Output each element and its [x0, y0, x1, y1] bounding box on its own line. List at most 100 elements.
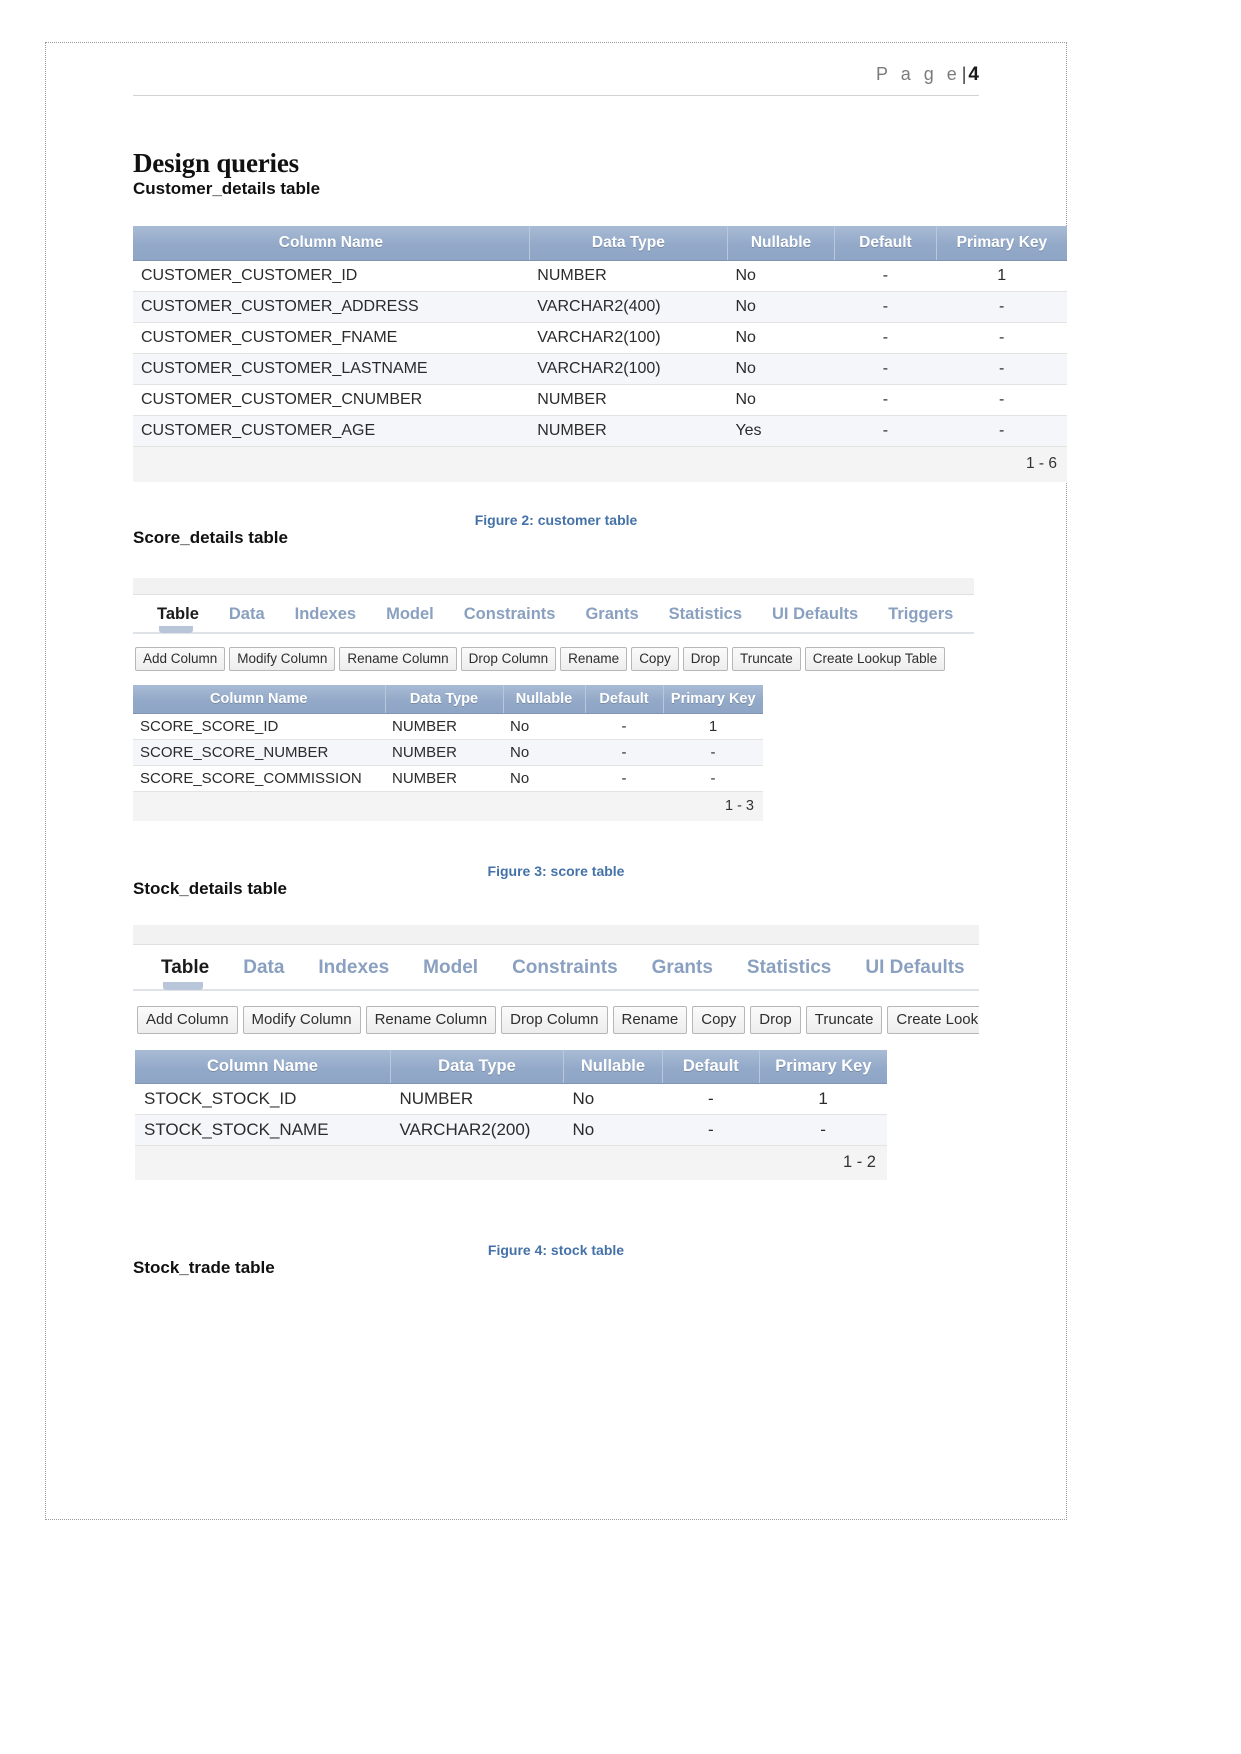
copy-button[interactable]: Copy: [631, 647, 679, 671]
stock-action-toolbar: Add Column Modify Column Rename Column D…: [133, 991, 979, 1034]
cell-default: -: [834, 415, 937, 447]
cell-default: -: [834, 322, 937, 354]
header-nullable: Nullable: [563, 1050, 663, 1084]
add-column-button[interactable]: Add Column: [135, 647, 226, 671]
tab-statistics[interactable]: Statistics: [747, 957, 831, 979]
cell-default: -: [834, 291, 937, 323]
tab-table[interactable]: Table: [157, 605, 199, 633]
tab-constraints[interactable]: Constraints: [512, 957, 618, 979]
table-row: SCORE_SCORE_NUMBER NUMBER No - -: [133, 739, 763, 766]
table-pager-row: 1 - 2: [135, 1145, 887, 1180]
truncate-button[interactable]: Truncate: [731, 647, 801, 671]
cell-default: -: [662, 1083, 760, 1115]
cell-nullable: No: [563, 1114, 663, 1146]
cell-primary-key: -: [936, 415, 1067, 447]
header-nullable: Nullable: [503, 685, 586, 714]
table-pager-row: 1 - 3: [133, 791, 763, 821]
cell-primary-key: 1: [759, 1083, 887, 1115]
heading-score-details: Score_details table: [133, 528, 288, 547]
header-default: Default: [662, 1050, 760, 1084]
cell-default: -: [834, 260, 937, 292]
score-action-toolbar: Add Column Modify Column Rename Column D…: [133, 634, 974, 671]
customer-details-grid: Column Name Data Type Nullable Default P…: [133, 226, 1067, 482]
rename-column-button[interactable]: Rename Column: [365, 1006, 497, 1034]
drop-column-button[interactable]: Drop Column: [460, 647, 557, 671]
add-column-button[interactable]: Add Column: [137, 1006, 238, 1034]
tab-constraints[interactable]: Constraints: [464, 605, 556, 624]
tab-statistics[interactable]: Statistics: [669, 605, 742, 624]
table-row: CUSTOMER_CUSTOMER_FNAME VARCHAR2(100) No…: [133, 322, 1067, 354]
screenshot-toolbar-strip: [133, 578, 974, 595]
tab-indexes[interactable]: Indexes: [318, 957, 389, 979]
cell-column-name: CUSTOMER_CUSTOMER_LASTNAME: [133, 353, 530, 385]
cell-nullable: No: [563, 1083, 663, 1115]
header-data-type: Data Type: [385, 685, 504, 714]
cell-data-type: VARCHAR2(100): [529, 353, 728, 385]
copy-button[interactable]: Copy: [692, 1006, 746, 1034]
header-column-name: Column Name: [135, 1050, 391, 1084]
page-separator: |: [961, 64, 967, 84]
table-row: CUSTOMER_CUSTOMER_LASTNAME VARCHAR2(100)…: [133, 353, 1067, 385]
pager-range: 1 - 3: [133, 791, 763, 821]
cell-primary-key: 1: [936, 260, 1067, 292]
document-page: P a g e| 4 Design queries Customer_detail…: [45, 42, 1067, 1520]
document-content: Design queries Customer_details table Co…: [45, 148, 1067, 1278]
tab-model[interactable]: Model: [386, 605, 434, 624]
tab-indexes[interactable]: Indexes: [295, 605, 356, 624]
tab-grants[interactable]: Grants: [652, 957, 713, 979]
drop-button[interactable]: Drop: [682, 647, 728, 671]
header-nullable: Nullable: [727, 226, 836, 261]
heading-stock-details: Stock_details table: [133, 879, 288, 898]
cell-default: -: [585, 739, 663, 766]
table-pager-row: 1 - 6: [133, 446, 1067, 482]
cell-nullable: No: [727, 322, 835, 354]
tab-triggers[interactable]: Triggers: [888, 605, 953, 624]
modify-column-button[interactable]: Modify Column: [229, 647, 336, 671]
cell-column-name: CUSTOMER_CUSTOMER_CNUMBER: [133, 384, 530, 416]
heading-stock-trade: Stock_trade table: [133, 1258, 275, 1277]
figure-caption-score: Figure 3: score table: [487, 863, 625, 879]
cell-nullable: No: [503, 713, 585, 740]
header-column-name: Column Name: [133, 226, 530, 261]
tab-ui-defaults[interactable]: UI Defaults: [772, 605, 858, 624]
table-header-row: Column Name Data Type Nullable Default P…: [133, 226, 1067, 261]
drop-button[interactable]: Drop: [750, 1006, 801, 1034]
table-header-row: Column Name Data Type Nullable Default P…: [133, 685, 763, 714]
modify-column-button[interactable]: Modify Column: [242, 1006, 361, 1034]
cell-data-type: NUMBER: [529, 384, 728, 416]
drop-column-button[interactable]: Drop Column: [501, 1006, 608, 1034]
tab-model[interactable]: Model: [423, 957, 478, 979]
create-lookup-table-button[interactable]: Create Lookup Table: [804, 647, 946, 671]
table-row: STOCK_STOCK_ID NUMBER No - 1: [135, 1083, 887, 1115]
tab-ui-defaults[interactable]: UI Defaults: [865, 957, 964, 979]
header-column-name: Column Name: [133, 685, 386, 714]
table-row: SCORE_SCORE_ID NUMBER No - 1: [133, 713, 763, 740]
screenshot-toolbar-strip: [133, 925, 979, 945]
tab-table[interactable]: Table: [161, 957, 209, 990]
rename-column-button[interactable]: Rename Column: [339, 647, 457, 671]
cell-nullable: No: [727, 291, 835, 323]
rename-button[interactable]: Rename: [612, 1006, 688, 1034]
cell-column-name: CUSTOMER_CUSTOMER_ID: [133, 260, 530, 292]
tab-grants[interactable]: Grants: [585, 605, 638, 624]
figure-caption-customer: Figure 2: customer table: [474, 512, 638, 528]
create-lookup-table-button[interactable]: Create Lookup T: [887, 1006, 979, 1034]
truncate-button[interactable]: Truncate: [805, 1006, 883, 1034]
customer-table-figure: Column Name Data Type Nullable Default P…: [133, 226, 1067, 482]
score-details-grid: Column Name Data Type Nullable Default P…: [133, 685, 763, 821]
table-row: CUSTOMER_CUSTOMER_ID NUMBER No - 1: [133, 260, 1067, 292]
header-default: Default: [585, 685, 664, 714]
rename-button[interactable]: Rename: [560, 647, 628, 671]
cell-data-type: VARCHAR2(400): [529, 291, 728, 323]
pager-range: 1 - 2: [135, 1145, 887, 1180]
score-table-screenshot: Table Data Indexes Model Constraints Gra…: [133, 578, 974, 821]
cell-data-type: NUMBER: [529, 415, 728, 447]
page-title: Design queries: [133, 148, 299, 178]
tab-data[interactable]: Data: [229, 605, 265, 624]
cell-column-name: CUSTOMER_CUSTOMER_ADDRESS: [133, 291, 530, 323]
cell-primary-key: -: [936, 384, 1067, 416]
cell-default: -: [585, 713, 663, 740]
tab-data[interactable]: Data: [243, 957, 284, 979]
cell-nullable: No: [503, 765, 585, 792]
header-data-type: Data Type: [390, 1050, 565, 1084]
